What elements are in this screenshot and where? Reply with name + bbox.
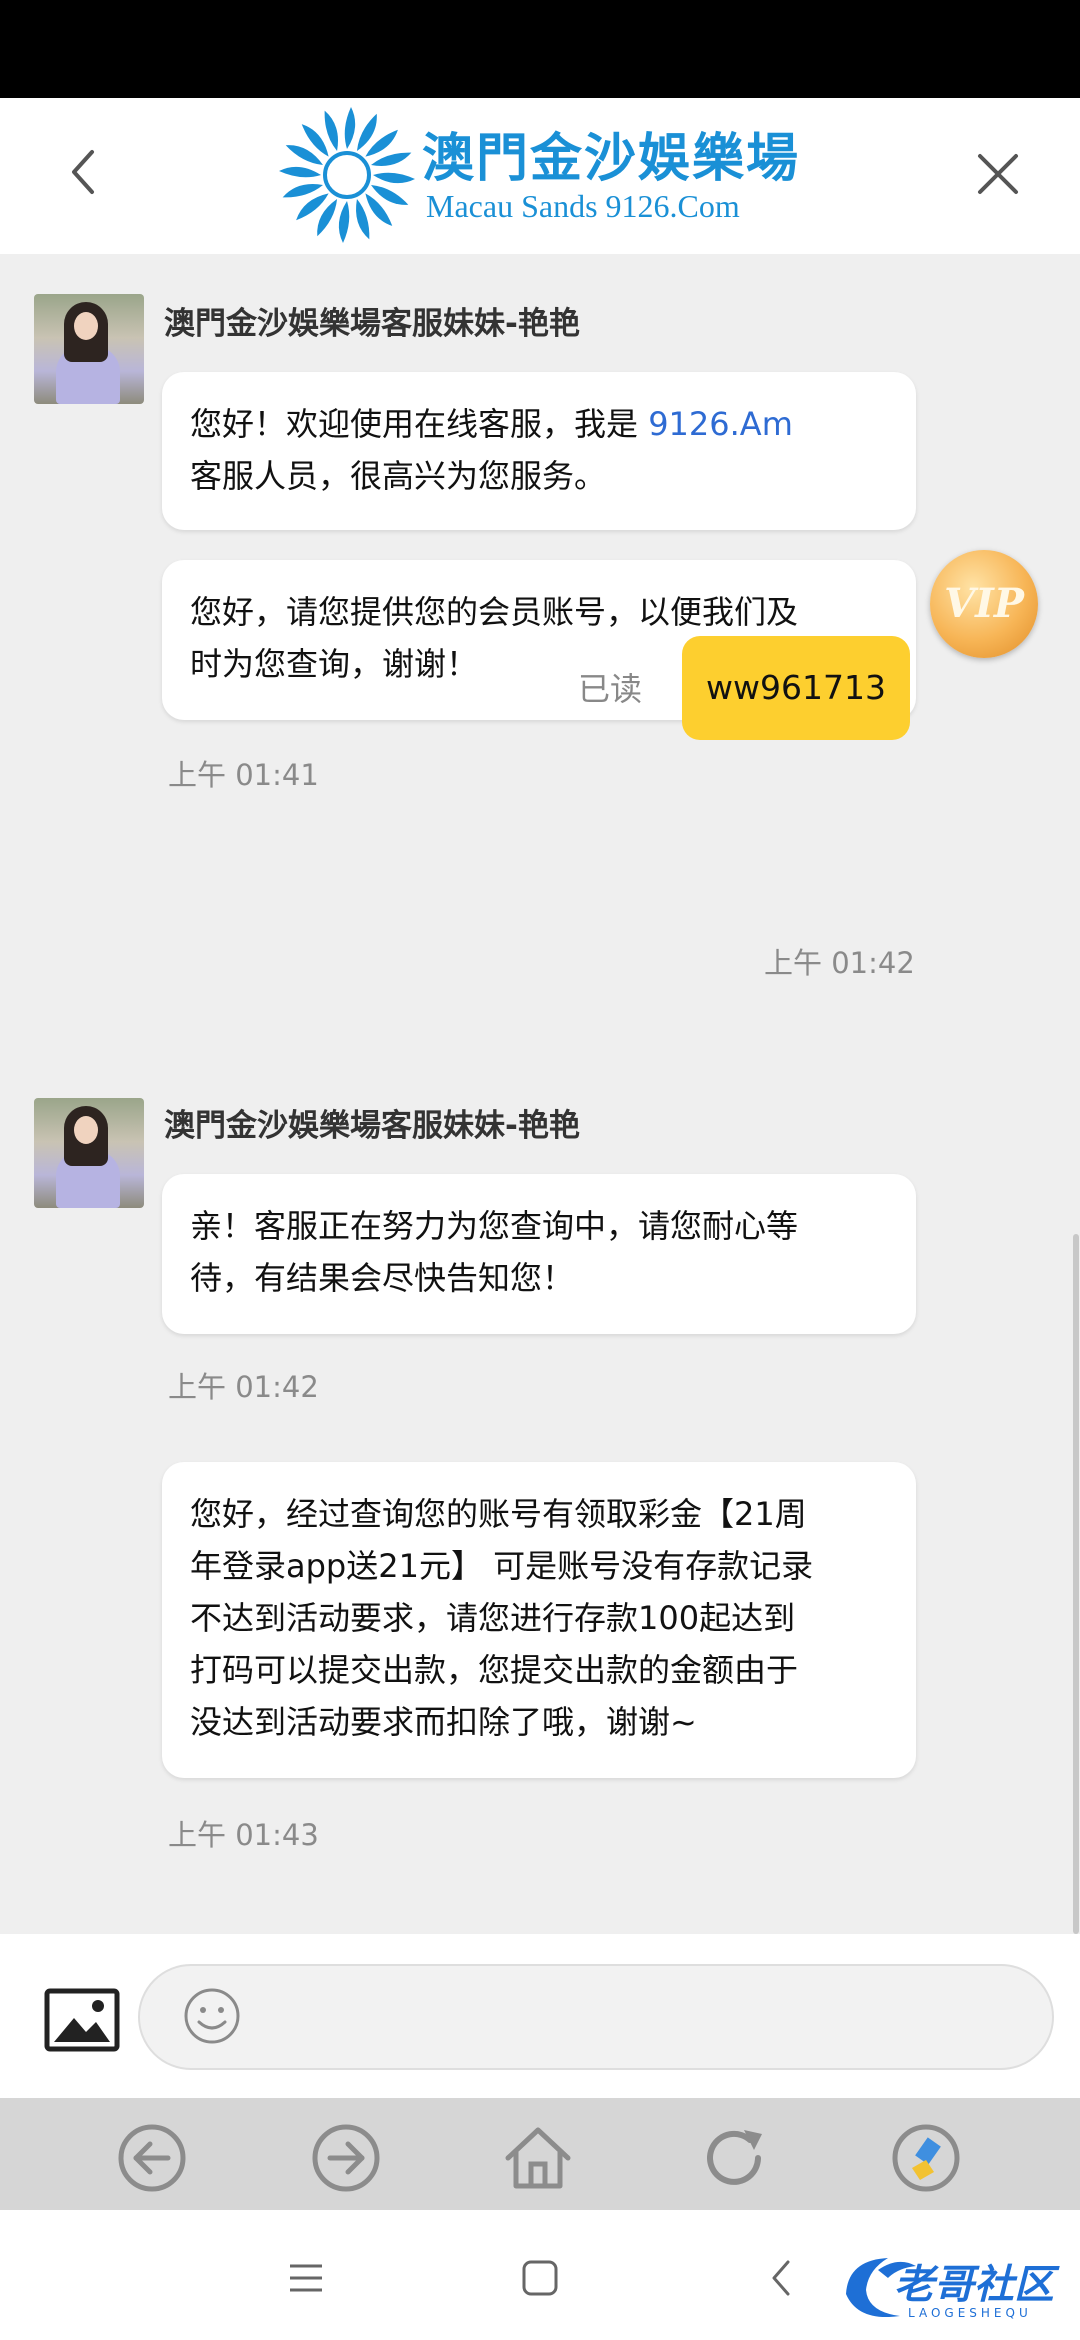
- watermark-text: 老哥社区: [894, 2262, 1054, 2308]
- message-text: 您好，经过查询您的账号有领取彩金【21周: [190, 1495, 807, 1533]
- brand-logo: 澳門金沙娛樂場 Macau Sands 9126.Com: [276, 104, 816, 246]
- sunburst-logo-icon: [279, 107, 415, 243]
- back-nav-button[interactable]: [762, 2258, 802, 2298]
- back-circle-icon: [118, 2124, 186, 2192]
- browser-back-button[interactable]: [116, 2122, 188, 2194]
- refresh-icon: [707, 2130, 762, 2185]
- message-input[interactable]: [138, 1964, 1054, 2070]
- chevron-left-icon: [72, 150, 94, 194]
- system-nav-bar: 老哥社区 LAOGESHEQU: [0, 2210, 1080, 2340]
- agent-message-bubble: 您好，经过查询您的账号有领取彩金【21周 年登录app送21元】 可是账号没有存…: [162, 1462, 916, 1778]
- message-text: 打码可以提交出款，您提交出款的金额由于: [190, 1651, 799, 1689]
- forward-circle-icon: [312, 2124, 380, 2192]
- message-text: 您好！欢迎使用在线客服，我是: [190, 405, 649, 443]
- logo-title: 澳門金沙娛樂場: [422, 128, 801, 189]
- message-text: 您好，请您提供您的会员账号，以便我们及: [190, 593, 799, 631]
- watermark-logo: 老哥社区 LAOGESHEQU: [838, 2250, 1070, 2326]
- send-image-button[interactable]: [44, 1988, 120, 2052]
- agent-avatar: [34, 1098, 144, 1208]
- status-bar: [0, 0, 1080, 98]
- sender-name: 澳門金沙娛樂場客服妹妹-艳艳: [164, 306, 580, 342]
- message-text: 不达到活动要求，请您进行存款100起达到: [190, 1599, 796, 1637]
- emoji-button[interactable]: [182, 1986, 242, 2046]
- message-text: 没达到活动要求而扣除了哦，谢谢~: [190, 1703, 697, 1741]
- clean-icon: [892, 2124, 960, 2192]
- smiley-icon: [184, 1988, 240, 2044]
- home-icon: [505, 2127, 571, 2189]
- vip-badge-icon: VIP: [930, 550, 1038, 658]
- square-icon: [522, 2260, 558, 2296]
- vip-badge-label: VIP: [944, 580, 1024, 627]
- browser-home-button[interactable]: [502, 2122, 574, 2194]
- message-link[interactable]: 9126.Am: [648, 405, 793, 443]
- browser-clean-button[interactable]: [890, 2122, 962, 2194]
- message-text: 客服人员，很高兴为您服务。: [190, 457, 607, 495]
- message-text: 年登录app送21元】 可是账号没有存款记录: [190, 1547, 814, 1585]
- agent-avatar: [34, 294, 144, 404]
- watermark-subtext: LAOGESHEQU: [908, 2306, 1032, 2320]
- browser-forward-button[interactable]: [310, 2122, 382, 2194]
- back-chevron-icon: [772, 2260, 790, 2296]
- agent-message-bubble: 亲！客服正在努力为您查询中，请您耐心等 待，有结果会尽快告知您！: [162, 1174, 916, 1334]
- home-nav-button[interactable]: [520, 2258, 560, 2298]
- back-button[interactable]: [56, 142, 116, 202]
- message-timestamp: 上午 01:42: [168, 1370, 319, 1404]
- browser-toolbar: [0, 2098, 1080, 2210]
- app-header: 澳門金沙娛樂場 Macau Sands 9126.Com: [0, 98, 1080, 254]
- sender-name: 澳門金沙娛樂場客服妹妹-艳艳: [164, 1108, 580, 1144]
- message-timestamp: 上午 01:41: [168, 758, 319, 792]
- read-status: 已读: [578, 670, 643, 708]
- logo-subtitle: Macau Sands 9126.Com: [426, 188, 740, 224]
- image-icon: [44, 1988, 120, 2052]
- message-composer: [0, 1934, 1080, 2098]
- close-button[interactable]: [966, 142, 1030, 206]
- browser-refresh-button[interactable]: [698, 2122, 770, 2194]
- agent-message-bubble: 您好！欢迎使用在线客服，我是 9126.Am 客服人员，很高兴为您服务。: [162, 372, 916, 530]
- close-icon: [978, 154, 1018, 194]
- message-timestamp: 上午 01:43: [168, 1818, 319, 1852]
- recent-apps-button[interactable]: [286, 2258, 326, 2298]
- message-timestamp: 上午 01:42: [764, 946, 915, 980]
- message-text: 亲！客服正在努力为您查询中，请您耐心等: [190, 1207, 799, 1245]
- chat-scrollbar[interactable]: [1073, 1234, 1079, 1934]
- chat-area[interactable]: 澳門金沙娛樂場客服妹妹-艳艳 您好！欢迎使用在线客服，我是 9126.Am 客服…: [0, 254, 1080, 1934]
- menu-icon: [290, 2264, 322, 2292]
- message-text: 待，有结果会尽快告知您！: [190, 1259, 575, 1297]
- user-message-bubble: ww961713: [682, 636, 910, 740]
